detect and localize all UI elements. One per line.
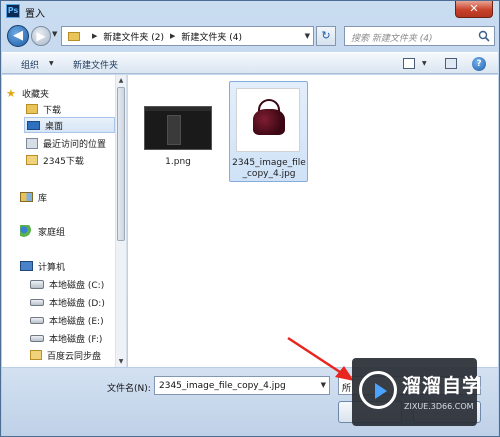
sidebar-item-baidu-sync[interactable]: 百度云同步盘 xyxy=(30,347,116,363)
breadcrumb-separator-icon[interactable]: ▶ xyxy=(170,32,175,40)
sidebar-item-label: 2345下载 xyxy=(43,156,84,167)
navigation-scrollbar[interactable]: ▲ ▼ xyxy=(115,75,126,367)
photoshop-icon: Ps xyxy=(6,4,20,18)
sidebar-item-label: 收藏夹 xyxy=(22,89,50,100)
recent-places-icon xyxy=(26,137,38,149)
command-toolbar: 组织 ▼ 新建文件夹 ▼ ? xyxy=(2,52,498,74)
chevron-down-icon[interactable]: ▼ xyxy=(321,381,326,389)
back-button[interactable]: ◀ xyxy=(7,25,29,47)
sidebar-item-label: 本地磁盘 (E:) xyxy=(49,316,104,327)
sidebar-item-downloads[interactable]: 下载 xyxy=(26,101,114,117)
preview-pane-icon[interactable] xyxy=(445,58,457,69)
drive-icon xyxy=(30,298,44,306)
watermark-title: 溜溜自学 xyxy=(402,375,483,397)
watermark-logo-icon xyxy=(359,371,397,409)
star-icon: ★ xyxy=(6,86,16,100)
file-thumbnail[interactable] xyxy=(236,88,300,152)
folder-icon xyxy=(26,155,38,165)
breadcrumb-folder-2[interactable]: 新建文件夹 (2) xyxy=(103,30,164,43)
sidebar-item-label: 家庭组 xyxy=(38,227,66,238)
sidebar-item-label: 本地磁盘 (F:) xyxy=(49,334,103,345)
sidebar-item-2345-downloads[interactable]: 2345下载 xyxy=(26,152,114,168)
sidebar-item-homegroup[interactable]: 家庭组 xyxy=(20,223,114,239)
organize-button[interactable]: 组织 xyxy=(21,58,39,71)
system-drive-icon xyxy=(30,279,44,289)
search-icon[interactable] xyxy=(478,30,490,42)
filename-label: 文件名(N): xyxy=(107,384,151,394)
navigation-pane: ★ 收藏夹 下载 桌面 最近访问的位置 2345下载 库 家庭组 计算机 本地磁… xyxy=(2,75,127,367)
downloads-folder-icon xyxy=(26,104,38,114)
scrollbar-thumb[interactable] xyxy=(117,87,125,241)
window-title: 置入 xyxy=(25,9,45,20)
search-placeholder: 搜索 新建文件夹 (4) xyxy=(351,34,433,44)
file-name-line-1: 2345_image_file xyxy=(232,158,306,168)
sidebar-item-drive-d[interactable]: 本地磁盘 (D:) xyxy=(30,294,116,310)
sidebar-item-label: 百度云同步盘 xyxy=(47,351,102,362)
drive-icon xyxy=(30,334,44,342)
sidebar-item-label: 本地磁盘 (D:) xyxy=(49,298,105,309)
sidebar-item-desktop[interactable]: 桌面 xyxy=(24,117,115,133)
file-item-1-png[interactable]: 1.png xyxy=(139,157,217,168)
address-bar[interactable]: ▶ 新建文件夹 (2) ▶ 新建文件夹 (4) ▼ xyxy=(61,26,314,46)
file-name: 1.png xyxy=(165,157,191,167)
thumbnail-panel xyxy=(167,115,181,145)
file-item-2345-image[interactable]: 2345_image_file _copy_4.jpg xyxy=(230,158,308,180)
drive-icon xyxy=(30,316,44,324)
sidebar-item-recent-places[interactable]: 最近访问的位置 xyxy=(26,135,114,151)
homegroup-icon xyxy=(20,225,33,237)
file-name-line-2: _copy_4.jpg xyxy=(242,169,296,179)
sidebar-item-label: 库 xyxy=(38,193,48,204)
search-input[interactable]: 搜索 新建文件夹 (4) xyxy=(344,26,495,46)
filename-input[interactable]: 2345_image_file_copy_4.jpg ▼ xyxy=(154,376,330,395)
recent-pages-dropdown-icon[interactable]: ▼ xyxy=(52,30,57,38)
sidebar-item-drive-e[interactable]: 本地磁盘 (E:) xyxy=(30,312,116,328)
help-icon[interactable]: ? xyxy=(472,57,486,71)
watermark-url: ZIXUE.3D66.COM xyxy=(404,402,474,411)
sidebar-item-label: 下载 xyxy=(43,105,62,116)
breadcrumb-folder-4[interactable]: 新建文件夹 (4) xyxy=(181,30,242,43)
sidebar-item-label: 桌面 xyxy=(45,121,64,132)
sidebar-item-libraries[interactable]: 库 xyxy=(20,189,114,205)
file-type-value: 所 xyxy=(342,384,352,394)
view-options-dropdown-icon[interactable]: ▼ xyxy=(422,60,427,67)
watermark-badge: 溜溜自学 ZIXUE.3D66.COM xyxy=(352,358,481,426)
refresh-button[interactable]: ↻ xyxy=(316,26,336,46)
title-bar: Ps 置入 ✕ xyxy=(1,1,499,21)
folder-icon xyxy=(68,31,80,41)
filename-value: 2345_image_file_copy_4.jpg xyxy=(159,381,286,391)
desktop-icon xyxy=(27,120,40,130)
libraries-icon xyxy=(20,192,33,202)
scroll-up-icon[interactable]: ▲ xyxy=(117,77,125,84)
address-row: ◀ ▶ ▼ ▶ 新建文件夹 (2) ▶ 新建文件夹 (4) ▼ ↻ 搜索 新建文… xyxy=(5,24,497,48)
handbag-image xyxy=(253,109,285,135)
file-thumbnail[interactable] xyxy=(144,106,212,150)
folder-icon xyxy=(30,350,42,360)
sidebar-item-favorites[interactable]: ★ 收藏夹 xyxy=(6,85,120,101)
forward-button[interactable]: ▶ xyxy=(31,26,51,46)
scroll-down-icon[interactable]: ▼ xyxy=(117,358,125,365)
breadcrumb-separator-icon[interactable]: ▶ xyxy=(92,32,97,40)
sidebar-item-label: 最近访问的位置 xyxy=(43,139,107,150)
sidebar-item-label: 计算机 xyxy=(38,262,66,273)
change-view-icon[interactable] xyxy=(403,58,415,69)
sidebar-item-drive-f[interactable]: 本地磁盘 (F:) xyxy=(30,330,116,346)
close-button[interactable]: ✕ xyxy=(455,1,493,18)
chevron-down-icon[interactable]: ▼ xyxy=(49,60,54,67)
address-dropdown-icon[interactable]: ▼ xyxy=(305,32,310,40)
play-icon xyxy=(375,383,387,399)
sidebar-item-label: 本地磁盘 (C:) xyxy=(49,280,105,291)
thumbnail-menubar xyxy=(145,107,211,111)
sidebar-item-computer[interactable]: 计算机 xyxy=(20,258,114,274)
computer-icon xyxy=(20,261,33,271)
sidebar-item-drive-c[interactable]: 本地磁盘 (C:) xyxy=(30,276,116,292)
new-folder-button[interactable]: 新建文件夹 xyxy=(73,58,118,71)
